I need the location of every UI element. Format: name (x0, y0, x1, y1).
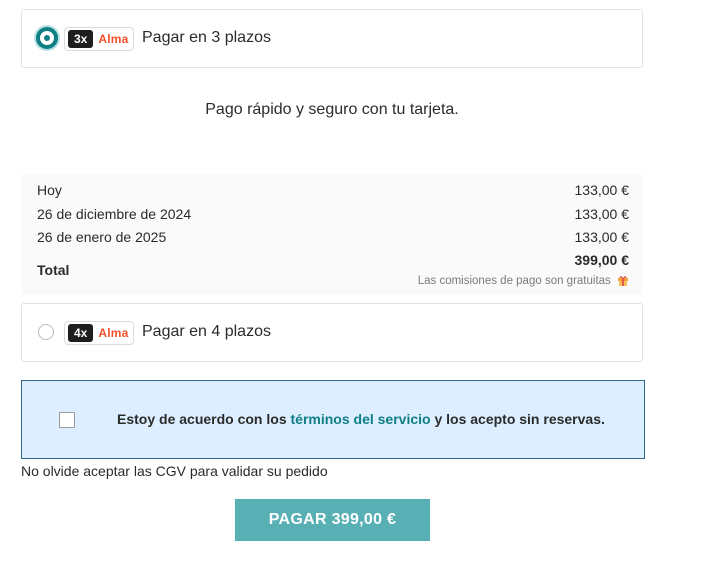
option-3x-label: Pagar en 3 plazos (142, 29, 271, 46)
option-4x-radio[interactable] (38, 324, 54, 340)
alma-4x-badge: 4x Alma (64, 321, 134, 345)
schedule-amount: 133,00 € (574, 182, 630, 198)
terms-suffix: y los acepto sin reservas. (434, 411, 605, 427)
cgv-reminder: No olvide aceptar las CGV para validar s… (21, 463, 328, 479)
payment-tagline: Pago rápido y seguro con tu tarjeta. (205, 101, 459, 118)
alma-3x-badge: 3x Alma (64, 27, 134, 51)
alma-logo: Alma (98, 326, 129, 340)
badge-count: 4x (68, 324, 94, 342)
payment-option-4x[interactable]: 4x Alma Pagar en 4 plazos (21, 303, 643, 362)
pay-button[interactable]: PAGAR 399,00 € (235, 499, 430, 541)
total-amount: 399,00 € (574, 252, 630, 268)
schedule-amount: 133,00 € (574, 229, 630, 245)
terms-checkbox[interactable] (59, 412, 75, 428)
schedule-date: 26 de diciembre de 2024 (37, 206, 192, 222)
terms-of-service-link[interactable]: términos del servicio (291, 411, 431, 427)
schedule-date: 26 de enero de 2025 (37, 229, 167, 245)
option-4x-label: Pagar en 4 plazos (142, 323, 271, 340)
alma-logo: Alma (98, 32, 129, 46)
badge-count: 3x (68, 30, 94, 48)
terms-text: Estoy de acuerdo con los términos del se… (117, 411, 605, 427)
option-3x-radio[interactable] (36, 27, 58, 49)
installment-schedule: Hoy 133,00 € 26 de diciembre de 2024 133… (21, 174, 643, 295)
fees-note: Las comisiones de pago son gratuitas (418, 274, 629, 289)
schedule-date: Hoy (37, 182, 62, 198)
payment-option-3x[interactable]: 3x Alma Pagar en 3 plazos (21, 9, 643, 68)
gift-icon (617, 274, 629, 289)
schedule-amount: 133,00 € (574, 206, 630, 222)
total-label: Total (37, 262, 70, 278)
terms-agreement-box: Estoy de acuerdo con los términos del se… (21, 380, 645, 459)
terms-prefix: Estoy de acuerdo con los (117, 411, 287, 427)
fees-note-text: Las comisiones de pago son gratuitas (417, 275, 611, 287)
